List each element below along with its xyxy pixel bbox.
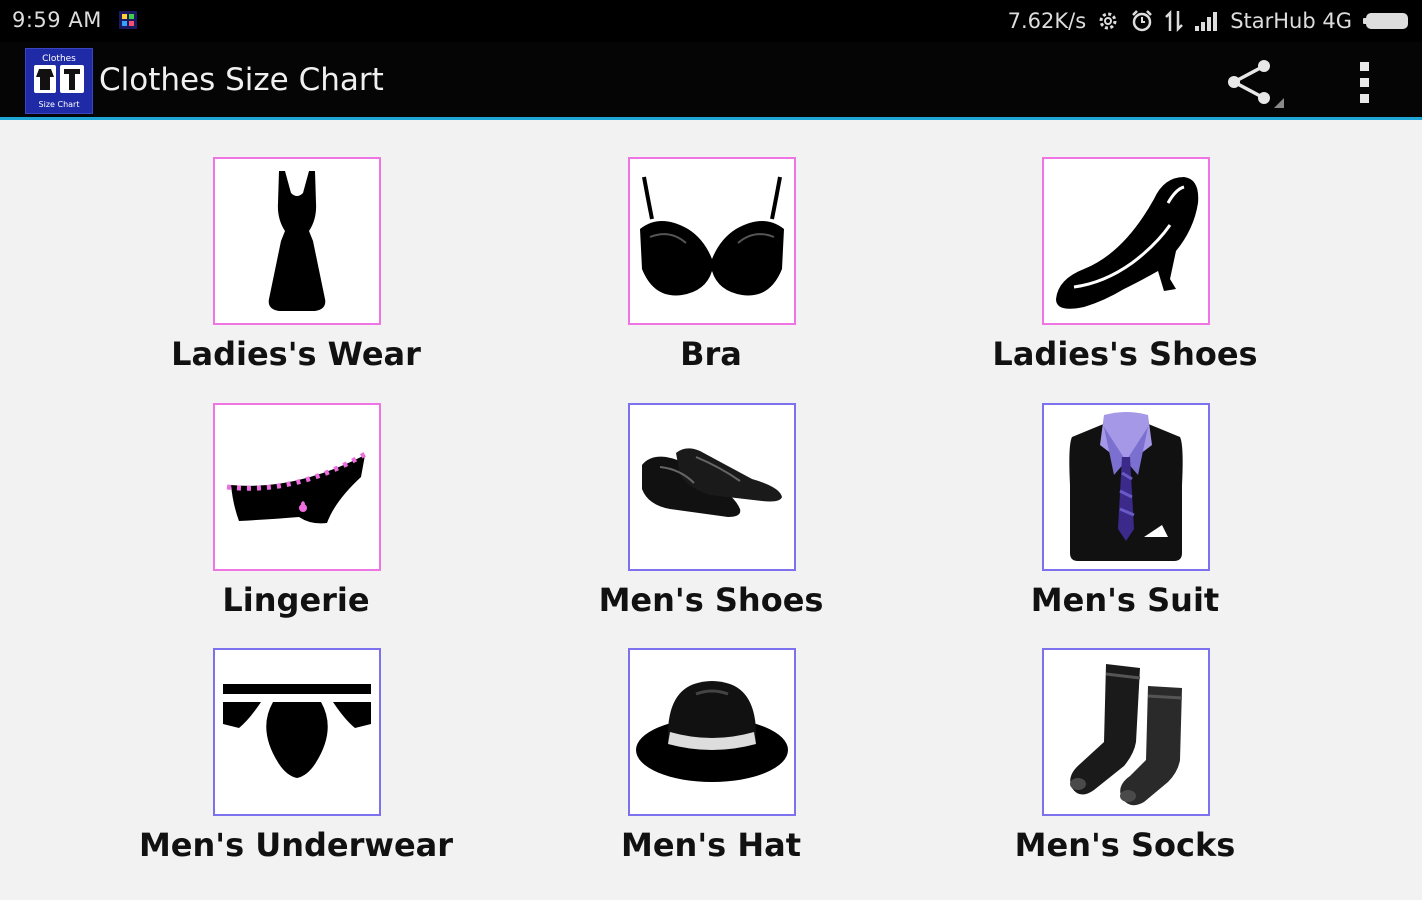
category-grid: Ladies's Wear Bra Ladies's Shoes Lingeri…: [0, 123, 1422, 900]
app-title: Clothes Size Chart: [99, 62, 384, 98]
signal-strength-icon: [1194, 10, 1220, 32]
category-label: Ladies's Shoes: [992, 335, 1258, 373]
share-button[interactable]: [1222, 56, 1286, 110]
app-logo-bottom-text: Size Chart: [39, 100, 80, 109]
data-transfer-icon: [1164, 9, 1184, 33]
category-tile-frame[interactable]: [1042, 157, 1210, 325]
category-tile-frame[interactable]: [1042, 403, 1210, 571]
category-tile-frame[interactable]: [213, 403, 381, 571]
app-logo-icon: Clothes Size Chart: [25, 48, 93, 114]
status-time: 9:59 AM: [12, 8, 102, 32]
status-bar: 9:59 AM 7.62K/s StarHub 4G: [0, 0, 1422, 42]
notification-app-icon: [118, 9, 138, 31]
category-label: Men's Underwear: [138, 826, 454, 864]
category-label: Bra: [680, 335, 742, 373]
share-icon: [1228, 60, 1284, 108]
app-logo-top-text: Clothes: [42, 54, 76, 64]
mens-shoes-icon: [642, 448, 782, 517]
category-mens-shoes[interactable]: Men's Shoes: [551, 369, 871, 619]
category-label: Men's Socks: [1014, 826, 1236, 864]
category-mens-hat[interactable]: Men's Hat: [551, 614, 871, 864]
more-vert-icon: [1360, 62, 1369, 103]
category-label: Ladies's Wear: [171, 335, 421, 373]
category-tile-frame[interactable]: [628, 403, 796, 571]
suit-icon: [1069, 412, 1183, 561]
carrier-name: StarHub 4G: [1230, 9, 1352, 33]
battery-icon: [1362, 10, 1410, 32]
category-mens-underwear[interactable]: Men's Underwear: [136, 614, 456, 864]
category-mens-socks[interactable]: Men's Socks: [965, 614, 1285, 864]
network-speed: 7.62K/s: [1007, 9, 1087, 33]
category-bra[interactable]: Bra: [551, 123, 871, 373]
category-mens-suit[interactable]: Men's Suit: [965, 369, 1285, 619]
category-ladies-wear[interactable]: Ladies's Wear: [136, 123, 456, 373]
status-indicators: 7.62K/s StarHub 4G: [1008, 6, 1410, 36]
action-bar: Clothes Size Chart Clothes Size Chart: [0, 42, 1422, 120]
category-tile-frame[interactable]: [1042, 648, 1210, 816]
category-tile-frame[interactable]: [628, 648, 796, 816]
category-tile-frame[interactable]: [628, 157, 796, 325]
category-label: Men's Hat: [621, 826, 801, 864]
high-heel-icon: [1056, 177, 1199, 309]
alarm-icon: [1130, 9, 1154, 33]
hat-icon: [636, 681, 788, 782]
overflow-menu-button[interactable]: [1346, 56, 1386, 110]
bra-icon: [640, 176, 784, 296]
category-ladies-shoes[interactable]: Ladies's Shoes: [965, 123, 1285, 373]
category-tile-frame[interactable]: [213, 157, 381, 325]
lingerie-icon: [226, 450, 369, 524]
category-tile-frame[interactable]: [213, 648, 381, 816]
dress-icon: [268, 171, 326, 311]
category-lingerie[interactable]: Lingerie: [136, 369, 456, 619]
socks-icon: [1070, 664, 1183, 806]
settings-gear-icon: [1096, 9, 1120, 33]
underwear-icon: [223, 684, 371, 778]
